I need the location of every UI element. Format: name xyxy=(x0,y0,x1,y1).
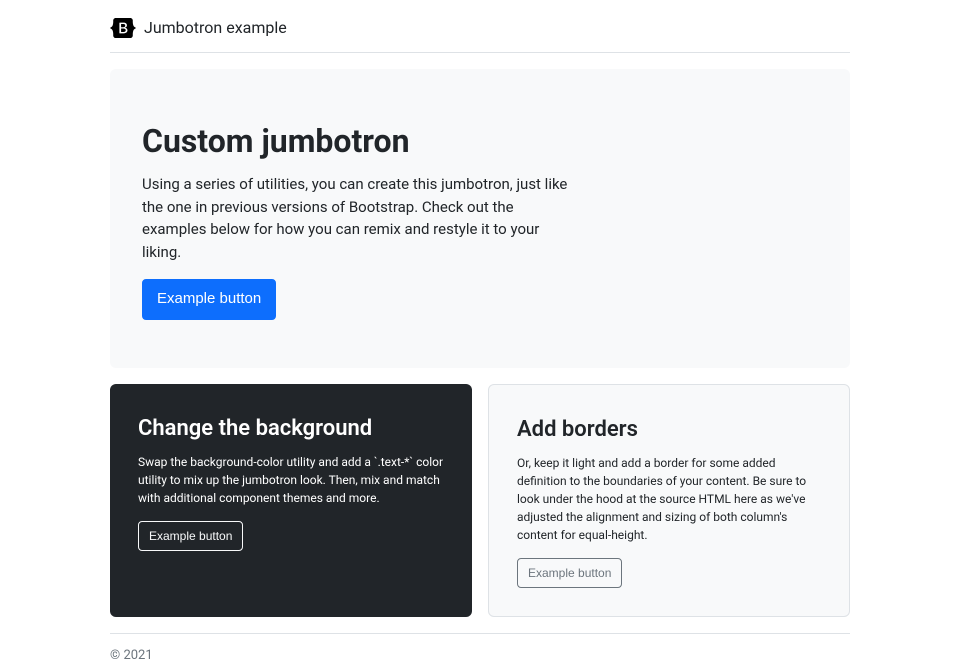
card-light: Add borders Or, keep it light and add a … xyxy=(488,384,850,617)
jumbotron-heading: Custom jumbotron xyxy=(142,117,581,165)
card-row: Change the background Swap the backgroun… xyxy=(110,384,850,617)
jumbotron-text: Using a series of utilities, you can cre… xyxy=(142,173,581,263)
copyright-text: © 2021 xyxy=(110,648,153,663)
card-dark-text: Swap the background-color utility and ad… xyxy=(138,453,444,507)
card-dark-button[interactable]: Example button xyxy=(138,521,243,551)
bootstrap-icon xyxy=(110,18,136,38)
jumbotron-button[interactable]: Example button xyxy=(142,279,276,320)
card-light-button[interactable]: Example button xyxy=(517,558,622,588)
card-light-text: Or, keep it light and add a border for s… xyxy=(517,454,821,544)
bootstrap-logo-link[interactable] xyxy=(110,18,136,38)
header-title: Jumbotron example xyxy=(144,16,287,40)
jumbotron-main: Custom jumbotron Using a series of utili… xyxy=(110,69,850,368)
card-light-heading: Add borders xyxy=(517,413,821,446)
page-footer: © 2021 xyxy=(110,633,850,665)
card-dark-heading: Change the background xyxy=(138,412,444,445)
card-dark: Change the background Swap the backgroun… xyxy=(110,384,472,617)
page-header: Jumbotron example xyxy=(110,16,850,53)
